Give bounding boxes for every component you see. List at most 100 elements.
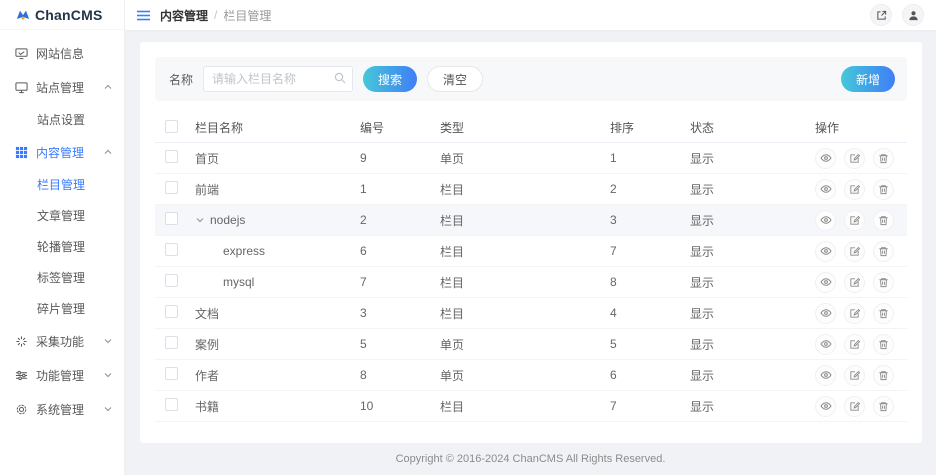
sidebar-item-tag-management[interactable]: 标签管理 (0, 262, 124, 293)
row-status: 显示 (690, 243, 815, 260)
actions-cell (815, 365, 907, 386)
main-content: 名称 搜索 清空 新增 栏目 名称 (125, 30, 936, 442)
sidebar-item-label: 站点管理 (36, 79, 96, 96)
view-button[interactable] (815, 272, 836, 293)
row-id: 3 (360, 306, 440, 320)
row-checkbox[interactable] (165, 243, 178, 256)
row-checkbox[interactable] (165, 398, 178, 411)
sidebar-item-function-management[interactable]: 功能管理 (0, 358, 124, 392)
user-avatar-button[interactable] (902, 4, 924, 26)
function-icon (14, 368, 28, 382)
hamburger-menu-icon[interactable] (137, 10, 150, 21)
row-sort: 7 (610, 244, 690, 258)
sidebar-item-collect-function[interactable]: 采集功能 (0, 324, 124, 358)
view-button[interactable] (815, 334, 836, 355)
column-header-id: 编号 (360, 119, 440, 136)
table-row: 作者 8 单页 6 显示 (155, 360, 907, 391)
page-footer: Copyright © 2016-2024 ChanCMS All Rights… (125, 442, 936, 475)
row-checkbox[interactable] (165, 274, 178, 287)
delete-button[interactable] (873, 210, 894, 231)
table-row: 首页 9 单页 1 显示 (155, 143, 907, 174)
row-sort: 4 (610, 306, 690, 320)
collect-icon (14, 334, 28, 348)
sidebar-item-content-management[interactable]: 内容管理 (0, 135, 124, 169)
row-status: 显示 (690, 274, 815, 291)
edit-button[interactable] (844, 241, 865, 262)
edit-button[interactable] (844, 365, 865, 386)
table-row: 文档 3 栏目 4 显示 (155, 298, 907, 329)
select-all-checkbox[interactable] (165, 120, 178, 133)
row-checkbox[interactable] (165, 150, 178, 163)
sidebar-subitem-label: 碎片管理 (37, 300, 85, 317)
row-checkbox[interactable] (165, 212, 178, 225)
view-button[interactable] (815, 396, 836, 417)
edit-button[interactable] (844, 303, 865, 324)
view-button[interactable] (815, 210, 836, 231)
view-button[interactable] (815, 303, 836, 324)
sidebar-item-label: 功能管理 (36, 367, 96, 384)
column-name-input[interactable] (203, 66, 353, 92)
clear-button[interactable]: 清空 (427, 66, 483, 92)
table-row: 案例 5 单页 5 显示 (155, 329, 907, 360)
delete-button[interactable] (873, 179, 894, 200)
delete-button[interactable] (873, 365, 894, 386)
sidebar-item-website-info[interactable]: 网站信息 (0, 36, 124, 70)
delete-button[interactable] (873, 303, 894, 324)
row-status: 显示 (690, 367, 815, 384)
sidebar-item-column-management[interactable]: 栏目管理 (0, 169, 124, 200)
edit-button[interactable] (844, 334, 865, 355)
row-name: 案例 (195, 336, 219, 353)
row-checkbox[interactable] (165, 305, 178, 318)
delete-button[interactable] (873, 334, 894, 355)
row-sort: 5 (610, 337, 690, 351)
copyright-text: Copyright © 2016-2024 ChanCMS All Rights… (396, 453, 666, 465)
row-checkbox[interactable] (165, 336, 178, 349)
delete-button[interactable] (873, 396, 894, 417)
row-type: 栏目 (440, 243, 610, 260)
edit-button[interactable] (844, 210, 865, 231)
row-status: 显示 (690, 212, 815, 229)
row-id: 6 (360, 244, 440, 258)
add-button[interactable]: 新增 (841, 66, 895, 92)
view-button[interactable] (815, 365, 836, 386)
sidebar-item-site-settings[interactable]: 站点设置 (0, 104, 124, 135)
row-name: 文档 (195, 305, 219, 322)
delete-button[interactable] (873, 272, 894, 293)
view-button[interactable] (815, 241, 836, 262)
edit-button[interactable] (844, 179, 865, 200)
sidebar-item-carousel-management[interactable]: 轮播管理 (0, 231, 124, 262)
filter-bar: 名称 搜索 清空 新增 (155, 57, 907, 101)
view-button[interactable] (815, 179, 836, 200)
row-checkbox[interactable] (165, 367, 178, 380)
row-name: 书籍 (195, 398, 219, 415)
row-id: 9 (360, 151, 440, 165)
row-checkbox[interactable] (165, 181, 178, 194)
sidebar-item-site-management[interactable]: 站点管理 (0, 70, 124, 104)
external-link-button[interactable] (870, 4, 892, 26)
row-sort: 7 (610, 399, 690, 413)
sidebar-item-article-management[interactable]: 文章管理 (0, 200, 124, 231)
chevron-up-icon (104, 148, 112, 156)
edit-button[interactable] (844, 396, 865, 417)
sidebar-item-fragment-management[interactable]: 碎片管理 (0, 293, 124, 324)
brand-logo[interactable]: ChanCMS (0, 0, 124, 30)
row-sort: 6 (610, 368, 690, 382)
row-status: 显示 (690, 336, 815, 353)
edit-button[interactable] (844, 272, 865, 293)
row-expand-icon[interactable] (195, 216, 205, 224)
breadcrumb-parent[interactable]: 内容管理 (160, 7, 208, 24)
name-cell: 前端 (195, 181, 360, 198)
sidebar-subitem-label: 标签管理 (37, 269, 85, 286)
view-button[interactable] (815, 148, 836, 169)
actions-cell (815, 334, 907, 355)
row-sort: 8 (610, 275, 690, 289)
site-icon (14, 80, 28, 94)
search-button[interactable]: 搜索 (363, 66, 417, 92)
delete-button[interactable] (873, 148, 894, 169)
edit-button[interactable] (844, 148, 865, 169)
delete-button[interactable] (873, 241, 894, 262)
logo-icon (16, 8, 30, 22)
name-filter-label: 名称 (169, 71, 193, 88)
sidebar-item-system-management[interactable]: 系统管理 (0, 392, 124, 426)
row-type: 单页 (440, 336, 610, 353)
